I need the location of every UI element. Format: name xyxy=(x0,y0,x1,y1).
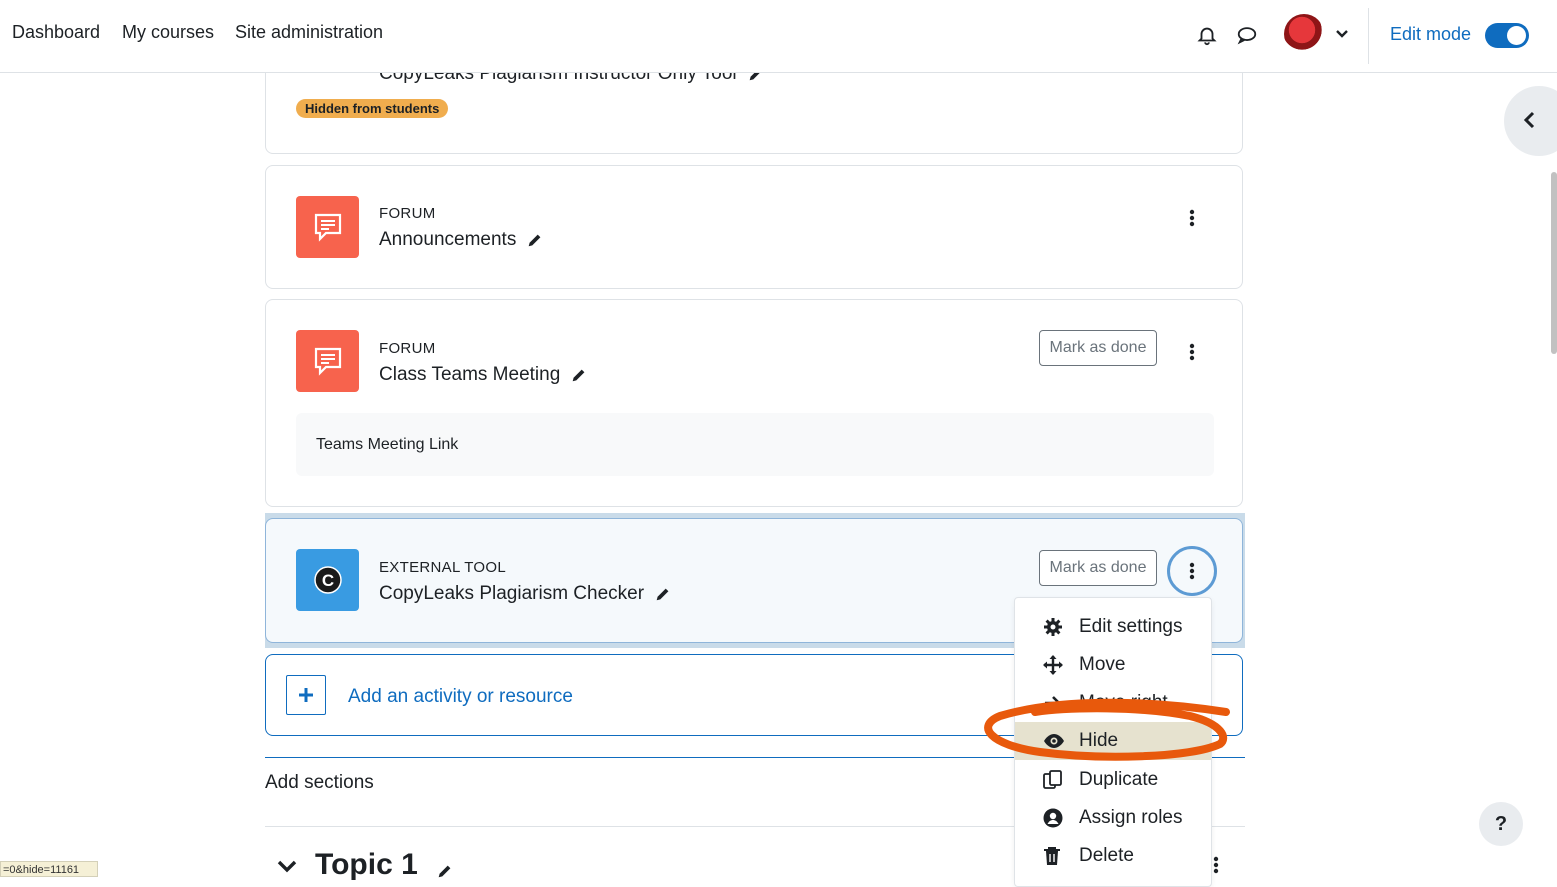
duplicate-icon xyxy=(1043,770,1065,790)
menu-item-label: Hide xyxy=(1079,730,1119,751)
forum-icon xyxy=(296,330,359,392)
kebab-menu-icon xyxy=(1189,562,1195,580)
top-navbar: Dashboard My courses Site administration… xyxy=(0,0,1557,73)
activity-name[interactable]: CopyLeaks Plagiarism Checker xyxy=(379,583,672,605)
kebab-menu-icon[interactable] xyxy=(1213,856,1219,879)
svg-text:C: C xyxy=(321,571,333,590)
activity-name[interactable]: Announcements xyxy=(379,229,544,251)
trash-icon xyxy=(1043,846,1065,866)
menu-item-assign-roles[interactable]: Assign roles xyxy=(1015,799,1211,837)
nav-site-admin-link[interactable]: Site administration xyxy=(235,22,383,43)
pencil-icon[interactable] xyxy=(436,862,454,885)
hidden-from-students-badge: Hidden from students xyxy=(296,99,449,118)
status-bar-url: =0&hide=11161 xyxy=(0,861,98,877)
mark-as-done-button[interactable]: Mark as done xyxy=(1039,550,1157,586)
mark-as-done-button[interactable]: Mark as done xyxy=(1039,330,1157,366)
chevron-down-icon[interactable] xyxy=(1335,26,1351,42)
description-text: Teams Meeting Link xyxy=(316,436,459,453)
add-activity-link[interactable]: Add an activity or resource xyxy=(348,686,573,708)
activity-card-class-teams-meeting: FORUM Class Teams Meeting Mark as done T… xyxy=(265,299,1243,507)
edit-mode-label: Edit mode xyxy=(1390,24,1472,44)
pencil-icon[interactable] xyxy=(570,366,588,384)
kebab-menu-button-focused[interactable] xyxy=(1167,546,1217,596)
menu-item-label: Edit settings xyxy=(1079,616,1183,637)
edit-mode-toggle[interactable] xyxy=(1485,23,1529,48)
user-avatar[interactable] xyxy=(1284,14,1324,54)
plus-icon[interactable] xyxy=(286,675,326,715)
help-button[interactable]: ? xyxy=(1479,802,1523,846)
menu-item-label: Assign roles xyxy=(1079,807,1183,828)
copyleaks-logo-icon: C xyxy=(296,549,359,611)
menu-item-move[interactable]: Move xyxy=(1015,646,1211,684)
pencil-icon[interactable] xyxy=(526,231,544,249)
menu-item-delete[interactable]: Delete xyxy=(1015,837,1211,875)
add-sections-link[interactable]: Add sections xyxy=(265,772,374,794)
navbar-divider xyxy=(1368,8,1369,64)
arrow-right-icon xyxy=(1043,693,1065,713)
activity-type-label: FORUM xyxy=(379,340,436,357)
activity-card-announcements: FORUM Announcements xyxy=(265,165,1243,289)
menu-item-label: Delete xyxy=(1079,845,1134,866)
forum-icon xyxy=(296,196,359,258)
kebab-menu-icon[interactable] xyxy=(1182,340,1202,364)
chevron-left-icon xyxy=(1523,111,1535,129)
menu-item-move-right[interactable]: Move right xyxy=(1015,684,1211,722)
nav-my-courses-link[interactable]: My courses xyxy=(122,22,214,43)
gear-icon xyxy=(1043,617,1065,637)
eye-icon xyxy=(1043,731,1065,751)
collapse-chevron-icon[interactable] xyxy=(276,858,298,879)
menu-item-edit-settings[interactable]: Edit settings xyxy=(1015,608,1211,646)
menu-item-hide[interactable]: Hide xyxy=(1015,722,1211,760)
menu-item-label: Move xyxy=(1079,654,1126,675)
page-scrollbar[interactable] xyxy=(1551,172,1557,354)
activity-actions-menu: Edit settings Move Move right Hide Dupli… xyxy=(1014,597,1212,887)
activity-type-label: EXTERNAL TOOL xyxy=(379,559,506,576)
activity-type-label: FORUM xyxy=(379,205,436,222)
activity-description: Teams Meeting Link xyxy=(296,413,1214,476)
kebab-menu-icon[interactable] xyxy=(1182,206,1202,230)
open-drawer-button[interactable] xyxy=(1504,86,1557,156)
user-circle-icon xyxy=(1043,808,1065,828)
activity-name[interactable]: Class Teams Meeting xyxy=(379,364,588,386)
menu-item-label: Duplicate xyxy=(1079,769,1159,790)
chat-bubble-icon[interactable] xyxy=(1236,24,1260,48)
bell-icon[interactable] xyxy=(1196,24,1220,48)
move-arrows-icon xyxy=(1043,655,1065,675)
menu-item-label: Move right xyxy=(1079,692,1168,713)
nav-dashboard-link[interactable]: Dashboard xyxy=(12,22,100,43)
pencil-icon[interactable] xyxy=(654,585,672,603)
menu-item-duplicate[interactable]: Duplicate xyxy=(1015,761,1211,799)
